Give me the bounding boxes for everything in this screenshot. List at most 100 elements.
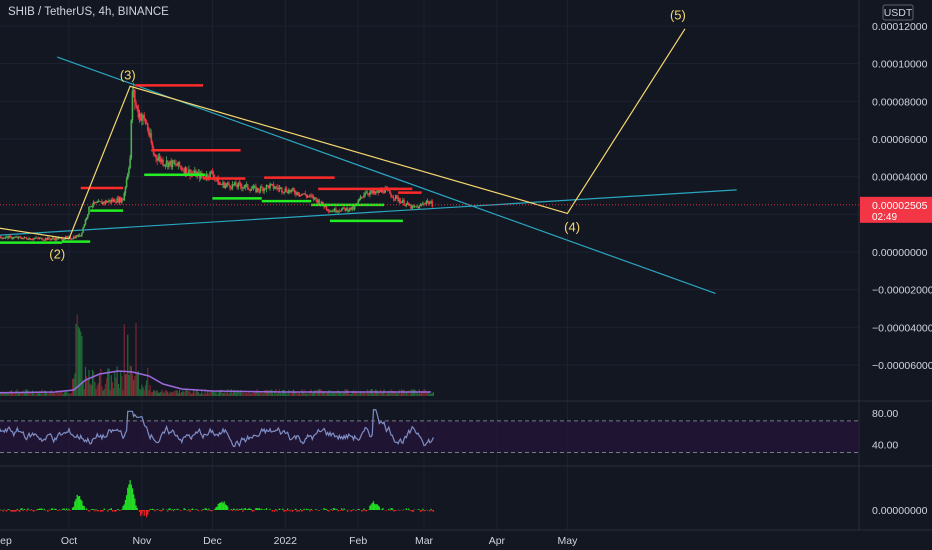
price-tick-label: −0.00002000 [872, 285, 932, 297]
candle-body [129, 157, 131, 169]
candle-body [206, 174, 209, 178]
candle-body [366, 192, 369, 194]
candle-body [273, 188, 276, 189]
candle-body [393, 198, 396, 200]
wave-label: (5) [670, 7, 686, 22]
candle-body [151, 143, 154, 149]
candle-body [157, 158, 160, 161]
candle-body [0, 236, 2, 238]
candle-body [83, 224, 86, 228]
candle-body [339, 211, 342, 212]
candle-body [63, 239, 66, 240]
candle-body [3, 237, 6, 239]
chart-background [0, 0, 932, 550]
candle-body [310, 195, 312, 196]
candle-body [292, 188, 295, 191]
candle-body [91, 205, 94, 207]
candle-body [96, 202, 99, 203]
candle-body [260, 186, 263, 188]
candle-body [126, 173, 129, 180]
candle-body [106, 201, 109, 203]
candle-body [168, 162, 170, 168]
candle-body [224, 184, 227, 188]
candle-body [363, 194, 365, 197]
last-price-value: 0.00002505 [872, 200, 928, 212]
candle-body [141, 118, 143, 121]
currency-button-label: USDT [884, 7, 913, 19]
candle-body [185, 167, 188, 174]
candle-body [297, 192, 300, 196]
candle-body [88, 206, 90, 215]
candle-body [130, 120, 133, 158]
time-tick-label: May [557, 535, 578, 547]
candle-body [335, 208, 337, 212]
candle-body [181, 167, 183, 170]
candle-body [25, 237, 28, 240]
candle-body [392, 197, 395, 199]
price-tick-label: 0.00000000 [872, 247, 928, 259]
candle-body [41, 237, 43, 240]
price-tick-label: 0.00010000 [872, 59, 928, 71]
candle-body [358, 199, 361, 201]
candle-body [143, 115, 146, 119]
candle-body [248, 188, 250, 190]
candle-body [235, 182, 237, 187]
candle-body [81, 232, 83, 236]
candle-body [34, 238, 36, 240]
candle-body [315, 197, 317, 200]
candle-body [87, 214, 89, 218]
currency-button[interactable]: USDT [882, 4, 914, 21]
candle-body [134, 90, 136, 103]
rsi-tick-label: 40.00 [872, 440, 898, 452]
time-tick-label: ep [0, 535, 12, 547]
candle-body [347, 210, 350, 212]
candle-body [250, 189, 253, 191]
candle-body [424, 203, 426, 205]
candle-body [285, 188, 288, 192]
time-tick-label: Mar [415, 535, 434, 547]
candle-body [228, 183, 230, 186]
candle-body [114, 199, 116, 203]
candle-body [84, 219, 87, 225]
candle-body [343, 207, 345, 209]
candle-body [304, 193, 307, 196]
candle-body [175, 163, 177, 166]
candle-body [43, 239, 46, 241]
candle-body [340, 209, 343, 212]
candle-body [22, 238, 24, 240]
chart-canvas[interactable]: (2) (3) (4) (5) 0.00012000 0.00010000 0.000080… [0, 0, 932, 550]
candle-body [420, 204, 423, 206]
candle-body [336, 211, 338, 213]
candle-body [212, 173, 215, 178]
candle-body [85, 217, 88, 220]
candle-body [375, 192, 377, 194]
candle-body [31, 239, 34, 241]
candle-body [400, 201, 403, 204]
candle-body [244, 184, 247, 188]
rsi-tick-label: 80.00 [872, 408, 898, 420]
candle-body [403, 200, 405, 206]
candle-body [425, 201, 428, 204]
candle-body [50, 238, 53, 240]
candle-body [326, 209, 329, 211]
candle-body [364, 193, 367, 195]
wave-label: (3) [120, 68, 136, 83]
price-tick-label: 0.00012000 [872, 21, 928, 33]
time-tick-label: Apr [489, 535, 506, 547]
candle-body [131, 91, 134, 121]
candle-body [20, 237, 22, 239]
candle-body [162, 159, 164, 166]
time-tick-label: Nov [133, 535, 152, 547]
candle-body [146, 123, 149, 131]
candle-body [24, 237, 27, 238]
price-tick-label: 0.00004000 [872, 172, 928, 184]
rsi-band [0, 420, 859, 453]
candle-body [225, 184, 228, 186]
candle-body [144, 118, 147, 124]
candle-body [280, 187, 283, 192]
candle-body [150, 133, 153, 144]
candle-body [369, 192, 371, 195]
candle-body [155, 154, 157, 159]
candle-body [135, 102, 137, 106]
time-tick-label: Oct [61, 535, 77, 547]
